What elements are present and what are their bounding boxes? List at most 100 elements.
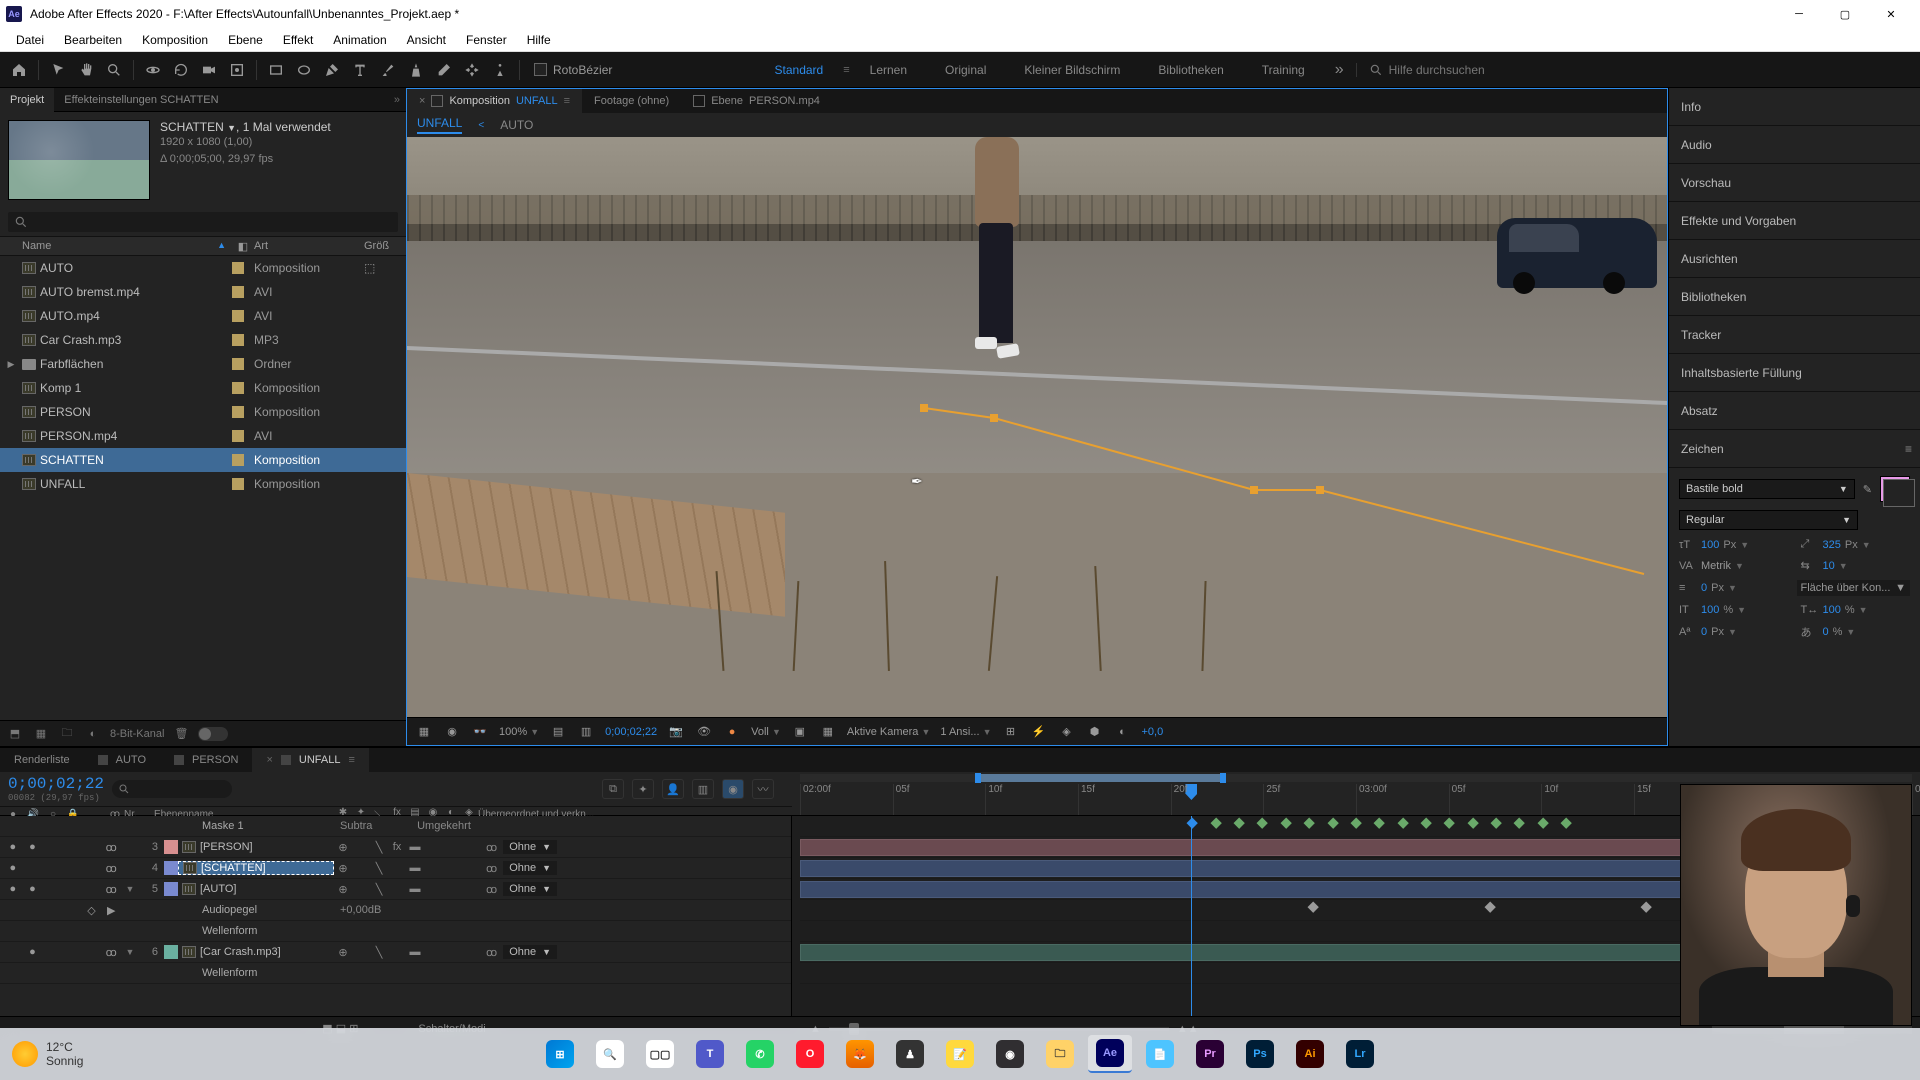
panel-overflow-icon[interactable]: » [388,94,406,106]
close-button[interactable]: ✕ [1868,0,1914,28]
tab-renderliste[interactable]: Renderliste [0,748,84,772]
pen-tool-icon[interactable] [319,57,345,83]
eyedropper-icon[interactable]: ✎ [1863,483,1872,496]
kerning[interactable]: VAMetrik▼ [1679,559,1789,572]
tab-person[interactable]: PERSON [160,748,252,772]
app-notepad[interactable]: 📄 [1138,1035,1182,1073]
workspace-kleiner[interactable]: Kleiner Bildschirm [1006,63,1138,77]
vscale[interactable]: IT100 %▼ [1679,604,1789,616]
selection-tool-icon[interactable] [45,57,71,83]
project-row[interactable]: AUTO bremst.mp4AVI [0,280,406,304]
workspace-training[interactable]: Training [1244,63,1323,77]
resolution-select[interactable]: Voll ▼ [751,726,781,738]
exposure-value[interactable]: +0,0 [1142,726,1164,738]
app-obs[interactable]: ◉ [988,1035,1032,1073]
rotate-tool-icon[interactable] [168,57,194,83]
rect-tool-icon[interactable] [263,57,289,83]
panel-audio[interactable]: Audio [1669,126,1920,164]
project-row[interactable]: UNFALLKomposition [0,472,406,496]
roto-tool-icon[interactable] [459,57,485,83]
anchor-tool-icon[interactable] [224,57,250,83]
snapshot-icon[interactable]: 📷 [667,724,685,740]
zoom-tool-icon[interactable] [101,57,127,83]
weather-widget[interactable]: 12°CSonnig [12,1040,83,1068]
view-select[interactable]: Aktive Kamera ▼ [847,726,931,738]
panel-vorschau[interactable]: Vorschau [1669,164,1920,202]
col-name[interactable]: Name▲ [0,240,232,252]
shy-icon[interactable]: 👤 [662,779,684,799]
layer-row[interactable]: Wellenform [0,921,791,942]
res-icon[interactable]: ▤ [549,724,567,740]
lock-icon[interactable] [431,95,443,107]
workspace-lernen[interactable]: Lernen [852,63,925,77]
panel-ausrichten[interactable]: Ausrichten [1669,240,1920,278]
mask-path[interactable] [924,404,1667,547]
panel-info[interactable]: Info [1669,88,1920,126]
fill-mode[interactable]: Fläche über Kon...▼ [1797,580,1911,596]
app-opera[interactable]: O [788,1035,832,1073]
tracking[interactable]: ⇆10▼ [1801,559,1911,572]
close-icon[interactable]: × [266,754,272,766]
menu-datei[interactable]: Datei [6,33,54,47]
guides-icon[interactable]: ▥ [577,724,595,740]
cti-line[interactable] [1191,816,1192,1016]
font-select[interactable]: Bastile bold▼ [1679,479,1855,499]
close-icon[interactable]: × [419,95,425,107]
menu-bearbeiten[interactable]: Bearbeiten [54,33,132,47]
views-count[interactable]: 1 Ansi... ▼ [940,726,991,738]
app-lightroom[interactable]: Lr [1338,1035,1382,1073]
draft3d-icon[interactable]: ✦ [632,779,654,799]
panel-zeichen[interactable]: Zeichen≡ [1669,430,1920,468]
layer-row[interactable]: ●●ꝏ3[PERSON]⊕╲fx▬ꝏOhne▼ [0,837,791,858]
project-search[interactable] [8,212,398,232]
workspace-bibliotheken[interactable]: Bibliotheken [1140,63,1241,77]
project-row[interactable]: PERSON.mp4AVI [0,424,406,448]
puppet-tool-icon[interactable] [487,57,513,83]
app-illustrator[interactable]: Ai [1288,1035,1332,1073]
text-tool-icon[interactable] [347,57,373,83]
app-chess[interactable]: ♟ [888,1035,932,1073]
layer-row[interactable]: ●●ꝏ▼5[AUTO]⊕╲▬ꝏOhne▼ [0,879,791,900]
layer-row[interactable]: Wellenform [0,963,791,984]
color-mgmt-icon[interactable]: ● [723,724,741,740]
eraser-tool-icon[interactable] [431,57,457,83]
workspace-more-icon[interactable]: » [1325,61,1354,79]
workspace-original[interactable]: Original [927,63,1004,77]
panel-tracker[interactable]: Tracker [1669,316,1920,354]
hand-tool-icon[interactable] [73,57,99,83]
fill-swatch[interactable] [1880,476,1910,502]
stroke-width[interactable]: ≡0 Px▼ [1679,580,1785,596]
layer-row[interactable]: ◇▶Audiopegel+0,00dB [0,900,791,921]
pixel-aspect-icon[interactable]: ⊞ [1002,724,1020,740]
tab-layer[interactable]: Ebene PERSON.mp4 [681,89,832,113]
start-button[interactable]: ⊞ [538,1035,582,1073]
interpret-icon[interactable]: ⬒ [6,725,24,743]
menu-fenster[interactable]: Fenster [456,33,517,47]
comp-flowchart-icon[interactable]: ⧉ [602,779,624,799]
layer-row[interactable]: ●ꝏ4[SCHATTEN]⊕╲▬ꝏOhne▼ [0,858,791,879]
magnification[interactable]: 100% ▼ [499,726,539,738]
roi-icon[interactable]: ▣ [791,724,809,740]
renderer-icon[interactable]: ⬢ [1086,724,1104,740]
layer-row[interactable]: ●ꝏ▼6[Car Crash.mp3]⊕╲▬ꝏOhne▼ [0,942,791,963]
panel-inhalt[interactable]: Inhaltsbasierte Füllung [1669,354,1920,392]
menu-hilfe[interactable]: Hilfe [517,33,561,47]
project-row[interactable]: ▶FarbflächenOrdner [0,352,406,376]
panel-effekte[interactable]: Effekte und Vorgaben [1669,202,1920,240]
menu-komposition[interactable]: Komposition [132,33,218,47]
timeline-search[interactable] [112,780,232,798]
tab-composition[interactable]: × Komposition UNFALL ≡ [407,89,582,113]
lock-icon[interactable] [693,95,705,107]
3d-icon[interactable]: ◈ [1058,724,1076,740]
app-photoshop[interactable]: Ps [1238,1035,1282,1073]
col-art[interactable]: Art [254,240,364,252]
maximize-button[interactable]: ▢ [1822,0,1868,28]
search-button[interactable]: 🔍 [588,1035,632,1073]
taskview-button[interactable]: ▢▢ [638,1035,682,1073]
orbit-tool-icon[interactable] [140,57,166,83]
leading[interactable]: ⤢325 Px▼ [1801,538,1911,551]
channel-icon[interactable]: ◉ [443,724,461,740]
hscale[interactable]: T↔100 %▼ [1801,604,1911,616]
clone-tool-icon[interactable] [403,57,429,83]
tab-effect-controls[interactable]: Effekteinstellungen SCHATTEN [54,88,228,112]
